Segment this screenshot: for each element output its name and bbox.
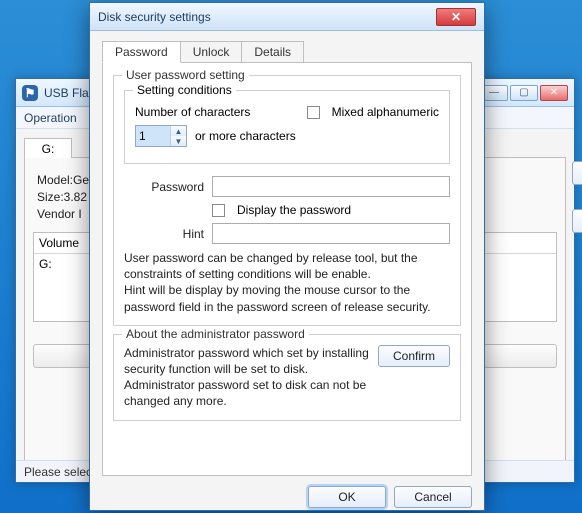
setting-conditions-legend: Setting conditions [133, 83, 236, 97]
ok-button[interactable]: OK [308, 486, 386, 508]
user-password-group: User password setting Setting conditions… [113, 75, 461, 326]
dialog-actions: OK Cancel [102, 486, 472, 508]
dialog-title: Disk security settings [98, 10, 436, 24]
hint-label: Hint [124, 227, 204, 241]
num-chars-input[interactable] [136, 126, 170, 146]
admin-password-group: About the administrator password Adminis… [113, 334, 461, 421]
user-password-note: User password can be changed by release … [124, 250, 450, 315]
tab-password[interactable]: Password [102, 41, 181, 63]
password-input[interactable] [212, 176, 450, 197]
tab-details[interactable]: Details [241, 41, 304, 63]
num-chars-label: Number of characters [135, 105, 250, 119]
maximize-button[interactable]: ▢ [510, 85, 538, 101]
dialog-titlebar: Disk security settings ✕ [90, 3, 484, 31]
admin-note: Administrator password which set by inst… [124, 345, 370, 410]
tab-panel: User password setting Setting conditions… [102, 62, 472, 476]
mixed-label: Mixed alphanumeric [332, 105, 439, 119]
spin-down-icon[interactable]: ▼ [171, 136, 186, 146]
close-icon[interactable]: ✕ [436, 8, 476, 26]
menu-operation[interactable]: Operation [24, 111, 77, 125]
dialog-body: Password Unlock Details User password se… [90, 31, 484, 510]
spin-up-icon[interactable]: ▲ [171, 126, 186, 136]
confirm-button[interactable]: Confirm [378, 345, 450, 367]
tabstrip: Password Unlock Details [102, 41, 472, 63]
admin-legend: About the administrator password [122, 327, 309, 341]
drive-tab[interactable]: G: [24, 138, 72, 158]
cancel-button[interactable]: Cancel [394, 486, 472, 508]
window-controls: — ▢ ✕ [480, 85, 568, 101]
display-password-checkbox[interactable] [212, 204, 225, 217]
user-password-legend: User password setting [122, 68, 249, 82]
tab-unlock[interactable]: Unlock [180, 41, 243, 63]
close-button[interactable]: ✕ [540, 85, 568, 101]
display-password-label: Display the password [237, 203, 351, 217]
hint-input[interactable] [212, 223, 450, 244]
num-chars-spinner[interactable]: ▲ ▼ [135, 125, 187, 147]
exit-button[interactable]: Exit [572, 161, 582, 185]
or-more-label: or more characters [195, 129, 296, 143]
app-icon: ⚑ [22, 85, 38, 101]
mixed-checkbox[interactable] [307, 106, 320, 119]
setting-conditions-group: Setting conditions Number of characters … [124, 90, 450, 164]
password-label: Password [124, 180, 204, 194]
disk-security-dialog: Disk security settings ✕ Password Unlock… [89, 2, 485, 511]
update-button[interactable]: Update [572, 209, 582, 233]
